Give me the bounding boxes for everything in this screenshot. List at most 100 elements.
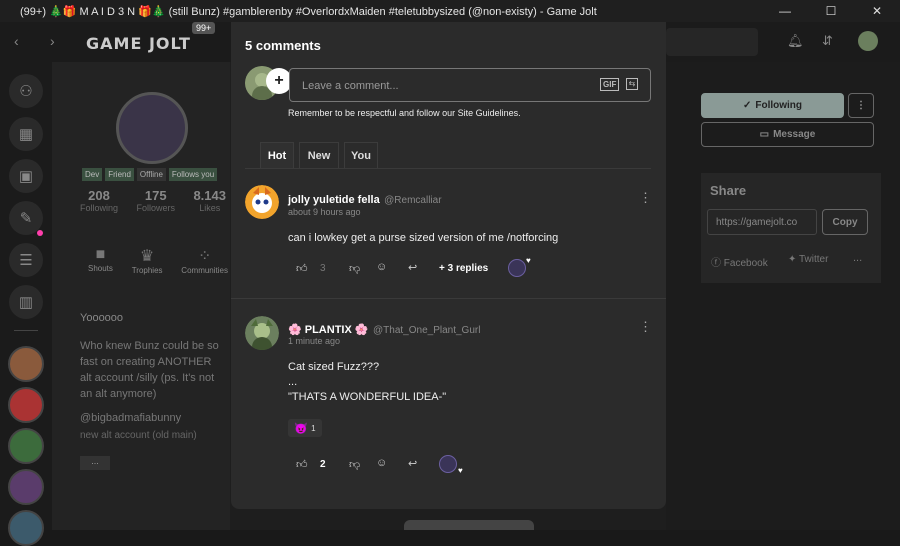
store-icon[interactable]: ▦ <box>9 117 43 151</box>
window-titlebar: (99+) 🎄🎁 M A I D 3 N 🎁🎄 (still Bunz) #ga… <box>0 0 900 22</box>
profile-stats: 208 Following 175 Followers 8.143 Likes <box>80 188 226 213</box>
window-title: (99+) 🎄🎁 M A I D 3 N 🎁🎄 (still Bunz) #ga… <box>20 5 597 18</box>
maximize-button[interactable]: ☐ <box>808 4 854 18</box>
reply-avatar[interactable] <box>439 455 457 473</box>
chat-icon[interactable]: ☰ <box>9 243 43 277</box>
close-button[interactable]: ✕ <box>854 4 900 18</box>
tab-new[interactable]: New <box>299 142 339 168</box>
community-avatar[interactable] <box>8 510 44 546</box>
share-card: Share https://gamejolt.co Copy ⓕ Faceboo… <box>701 173 881 283</box>
following-button[interactable]: ✓ Following <box>701 93 844 118</box>
commenter-handle[interactable]: @That_One_Plant_Gurl <box>373 325 480 336</box>
community-avatar[interactable] <box>8 387 44 423</box>
view-replies-link[interactable]: + 3 replies <box>439 263 488 274</box>
trophies-link[interactable]: ♛ Trophies <box>132 246 163 275</box>
community-avatar[interactable] <box>8 428 44 464</box>
sidebar-divider <box>14 330 38 331</box>
trophy-icon: ♛ <box>139 248 155 265</box>
message-button[interactable]: ▭ Message <box>701 122 874 147</box>
stat-following[interactable]: 208 Following <box>80 188 118 213</box>
feed-icon[interactable]: ⚇ <box>9 74 43 108</box>
commenter-name[interactable]: jolly yuletide fella <box>288 194 380 206</box>
shouts-icon: ■ <box>95 246 106 263</box>
library-icon[interactable]: ▥ <box>9 285 43 319</box>
tabs-divider <box>245 168 651 169</box>
communities-icon: ⁘ <box>197 248 212 265</box>
minimize-button[interactable]: — <box>762 4 808 18</box>
commenter-handle[interactable]: @Remcalliar <box>384 195 441 206</box>
reaction-chip[interactable]: 😈 1 <box>288 419 322 437</box>
more-options-button[interactable]: ⋮ <box>848 93 874 118</box>
heart-icon: ♥ <box>526 256 531 265</box>
comment-input[interactable]: Leave a comment... <box>289 68 651 102</box>
reaction-count: 1 <box>311 423 316 433</box>
notification-badge: 99+ <box>192 22 216 34</box>
back-icon[interactable]: ‹ <box>14 33 19 49</box>
profile-avatar[interactable] <box>116 92 188 164</box>
add-reaction-icon[interactable]: ☺ <box>376 457 387 469</box>
dislike-icon[interactable]: 👎︎ <box>349 458 360 471</box>
reply-icon[interactable]: ↩ <box>408 457 417 470</box>
comments-modal: 5 comments + Leave a comment... GIF ⇆ Re… <box>231 22 666 509</box>
tab-you[interactable]: You <box>344 142 378 168</box>
community-avatar[interactable] <box>8 346 44 382</box>
commenter-name[interactable]: 🌸 PLANTIX 🌸 <box>288 324 369 336</box>
reply-avatar[interactable] <box>508 259 526 277</box>
community-avatar[interactable] <box>8 469 44 505</box>
tag-offline: Offline <box>136 168 166 181</box>
heart-icon: ♥ <box>458 466 463 475</box>
twitter-share[interactable]: ✦ Twitter <box>788 254 828 265</box>
message-icon: ▭ <box>759 129 770 140</box>
stat-followers[interactable]: 175 Followers <box>136 188 175 213</box>
emoji-button[interactable]: ⇆ <box>626 78 638 90</box>
profile-tags: Dev Friend Offline Follows you <box>82 168 218 181</box>
bio-more-button[interactable]: ... <box>80 456 110 470</box>
tag-dev: Dev <box>82 168 103 181</box>
like-icon[interactable]: 👍︎ <box>296 262 308 275</box>
dislike-icon[interactable]: 👎︎ <box>349 262 360 275</box>
guidelines-text: Remember to be respectful and follow our… <box>288 108 521 118</box>
left-sidebar: ⚇ ▦ ▣ ✎ ☰ ▥ <box>0 62 52 546</box>
gamejolt-logo[interactable]: GAME JOLT <box>86 34 191 53</box>
alert-dot <box>37 230 43 236</box>
comments-title: 5 comments <box>245 38 321 53</box>
like-count: 2 <box>320 459 326 470</box>
bio-mention[interactable]: @bigbadmafiabunny <box>80 412 181 424</box>
backpack-icon[interactable]: ▣ <box>9 159 43 193</box>
profile-links: ■ Shouts ♛ Trophies ⁘ Communities <box>88 246 228 275</box>
logo-text: GAME JOLT <box>86 34 191 53</box>
bio-short: Yoooooo <box>80 312 124 324</box>
like-count: 3 <box>320 263 326 274</box>
communities-link[interactable]: ⁘ Communities <box>181 246 228 275</box>
copy-button[interactable]: Copy <box>822 209 868 235</box>
activity-icon[interactable]: ⇵ <box>822 33 833 49</box>
comment-body: can i lowkey get a purse sized version o… <box>288 232 559 244</box>
modal-bottom-handle <box>404 520 534 530</box>
check-icon: ✓ <box>742 100 752 111</box>
commenter-avatar[interactable] <box>245 185 279 219</box>
facebook-share[interactable]: ⓕ Facebook <box>711 254 768 269</box>
share-title: Share <box>710 183 747 198</box>
comment-time[interactable]: about 9 hours ago <box>288 207 361 217</box>
shouts-link[interactable]: ■ Shouts <box>88 246 113 275</box>
stat-likes[interactable]: 8.143 Likes <box>193 188 226 213</box>
commenter-avatar[interactable] <box>245 316 279 350</box>
share-more-button[interactable]: ... <box>853 252 862 264</box>
gif-button[interactable]: GIF <box>600 78 620 91</box>
bell-icon[interactable]: 🔔︎ <box>787 33 804 49</box>
add-reaction-icon[interactable]: ☺ <box>376 261 387 273</box>
comment-time[interactable]: 1 minute ago <box>288 336 340 346</box>
search-input[interactable] <box>666 28 758 56</box>
tag-friend: Friend <box>105 168 134 181</box>
tab-hot[interactable]: Hot <box>260 142 294 168</box>
comment-options-button[interactable]: ⋮ <box>639 190 652 206</box>
user-avatar[interactable] <box>858 31 878 51</box>
comment-options-button[interactable]: ⋮ <box>639 319 652 335</box>
share-url-input[interactable]: https://gamejolt.co <box>707 209 817 235</box>
forward-icon[interactable]: › <box>50 33 55 49</box>
like-icon[interactable]: 👍︎ <box>296 458 308 471</box>
profile-column: Dev Friend Offline Follows you 208 Follow… <box>52 62 230 530</box>
tag-follows-you: Follows you <box>168 168 218 181</box>
twitter-icon: ✦ <box>788 254 799 265</box>
reply-icon[interactable]: ↩ <box>408 261 417 274</box>
